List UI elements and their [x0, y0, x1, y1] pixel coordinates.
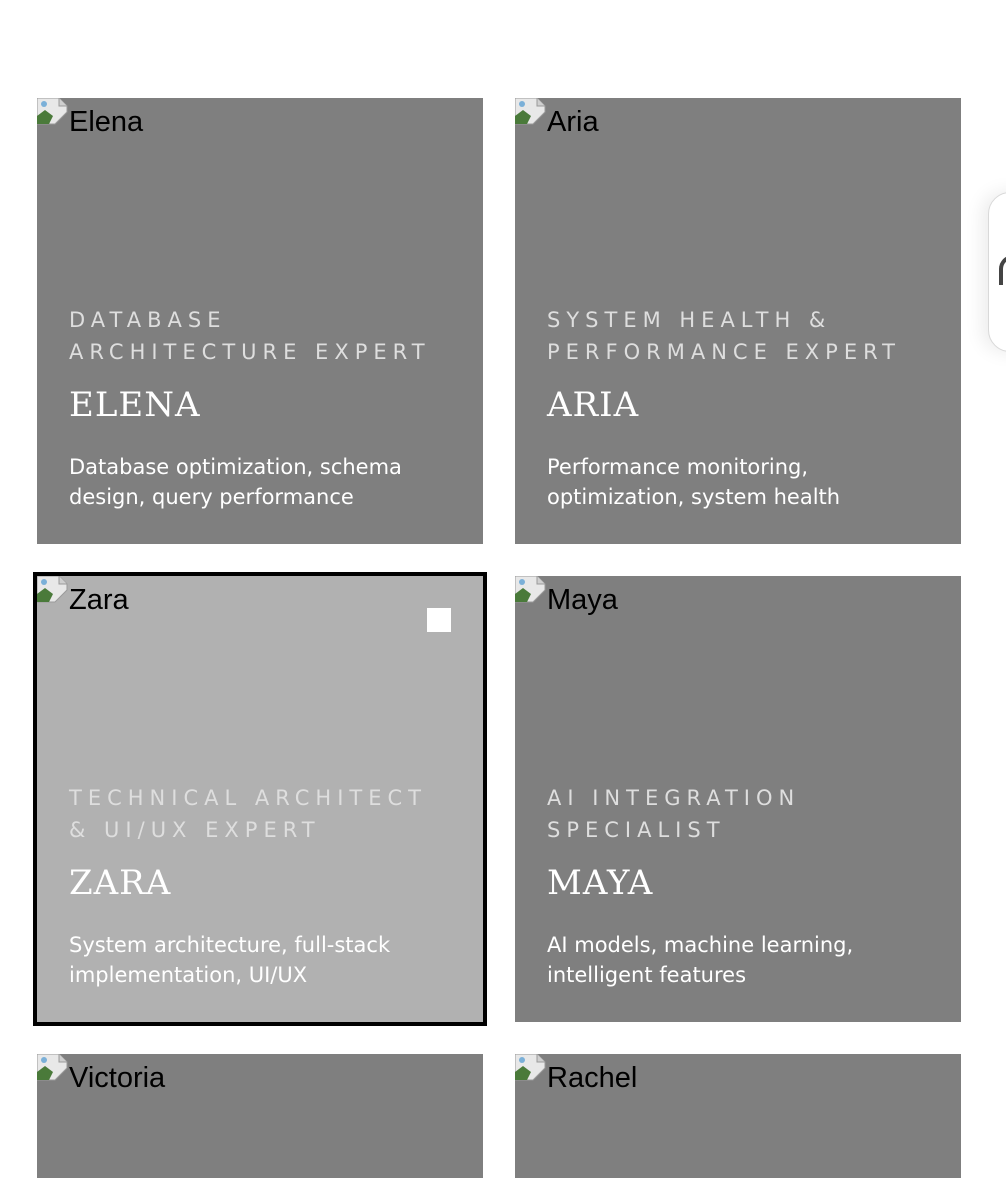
expert-grid: Elena DATABASE ARCHITECTURE EXPERT ELENA…: [33, 98, 961, 1178]
broken-image-icon: [515, 98, 547, 130]
expert-image: Zara: [37, 576, 129, 615]
image-alt-text: Elena: [69, 106, 144, 138]
image-alt-text: Maya: [547, 584, 618, 616]
card-body: DATABASE ARCHITECTURE EXPERT ELENA Datab…: [69, 304, 451, 512]
expert-description: System architecture, full-stack implemen…: [69, 933, 391, 987]
expert-description: Database optimization, schema design, qu…: [69, 455, 402, 509]
expert-card-zara[interactable]: Zara TECHNICAL ARCHITECT & UI/UX EXPERT …: [33, 572, 487, 1026]
expert-card-aria[interactable]: Aria SYSTEM HEALTH & PERFORMANCE EXPERT …: [515, 98, 961, 544]
broken-image-icon: [37, 1054, 69, 1086]
expert-image: Elena: [37, 98, 143, 137]
expert-image: Aria: [515, 98, 599, 137]
broken-image-icon: [37, 576, 69, 608]
expert-description: Performance monitoring, optimization, sy…: [547, 455, 841, 509]
expert-card-rachel[interactable]: Rachel: [515, 1054, 961, 1178]
expert-name: ARIA: [547, 385, 640, 425]
expert-role: SYSTEM HEALTH & PERFORMANCE EXPERT: [547, 308, 902, 364]
expert-card-elena[interactable]: Elena DATABASE ARCHITECTURE EXPERT ELENA…: [37, 98, 483, 544]
expert-image: Rachel: [515, 1054, 637, 1093]
image-alt-text: Rachel: [547, 1062, 638, 1094]
expert-role: TECHNICAL ARCHITECT & UI/UX EXPERT: [69, 786, 428, 842]
broken-image-icon: [515, 1054, 547, 1086]
expert-name: MAYA: [547, 863, 654, 903]
image-alt-text: Victoria: [69, 1062, 166, 1094]
expert-image: Maya: [515, 576, 618, 615]
expert-name: ELENA: [69, 385, 201, 425]
card-body: TECHNICAL ARCHITECT & UI/UX EXPERT ZARA …: [69, 782, 451, 990]
expert-card-victoria[interactable]: Victoria: [37, 1054, 483, 1178]
expert-role: AI INTEGRATION SPECIALIST: [547, 786, 801, 842]
expert-name: ZARA: [69, 863, 172, 903]
expert-image: Victoria: [37, 1054, 165, 1093]
broken-image-icon: [515, 576, 547, 608]
page: Elena DATABASE ARCHITECTURE EXPERT ELENA…: [0, 0, 1006, 1178]
side-panel-icon: [999, 255, 1006, 285]
card-body: SYSTEM HEALTH & PERFORMANCE EXPERT ARIA …: [547, 304, 929, 512]
expert-role: DATABASE ARCHITECTURE EXPERT: [69, 308, 431, 364]
expert-description: AI models, machine learning, intelligent…: [547, 933, 854, 987]
side-panel-tab[interactable]: [988, 192, 1006, 352]
broken-image-icon: [37, 98, 69, 130]
image-alt-text: Zara: [69, 584, 129, 616]
select-checkbox[interactable]: [427, 608, 451, 632]
image-alt-text: Aria: [547, 106, 599, 138]
card-body: AI INTEGRATION SPECIALIST MAYA AI models…: [547, 782, 929, 990]
expert-card-maya[interactable]: Maya AI INTEGRATION SPECIALIST MAYA AI m…: [515, 576, 961, 1022]
